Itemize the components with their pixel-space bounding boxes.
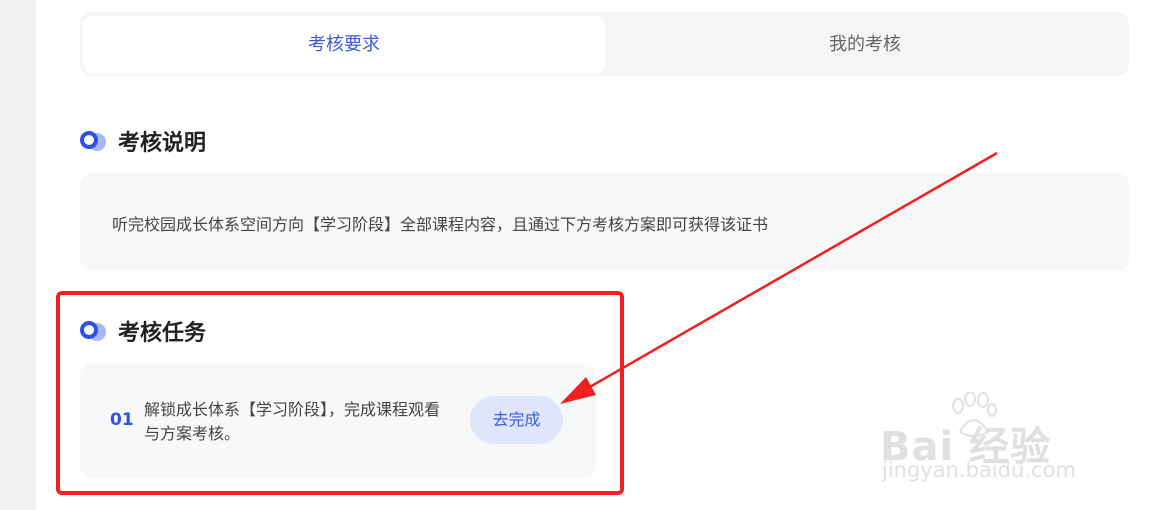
baidu-jingyan-watermark: Bai 经验 jingyan.baidu.com <box>880 392 1090 492</box>
watermark-url: jingyan.baidu.com <box>882 458 1076 482</box>
